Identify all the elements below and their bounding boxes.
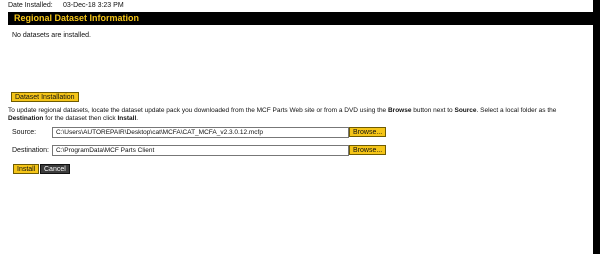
destination-label: Destination: [12, 147, 49, 154]
instructions-install-keyword: Install [117, 115, 137, 122]
instructions-text-part: . Select a local folder as the [476, 107, 557, 114]
instructions-text-part: button next to [411, 107, 455, 114]
source-browse-button[interactable]: Browse... [349, 127, 387, 137]
destination-input[interactable] [52, 145, 349, 156]
install-date-value: 03-Dec-18 3:23 PM [62, 2, 124, 9]
no-datasets-message: No datasets are installed. [12, 32, 91, 39]
install-date-label: Date Installed: [8, 2, 53, 9]
regional-dataset-page: Date Installed: 03-Dec-18 3:23 PM Region… [0, 0, 593, 254]
install-date-row: Date Installed: 03-Dec-18 3:23 PM [8, 1, 124, 10]
instructions-browse-keyword: Browse [387, 107, 412, 114]
section-header: Regional Dataset Information [8, 12, 593, 25]
source-label: Source: [12, 129, 37, 136]
instructions-text: To update regional datasets, locate the … [8, 107, 590, 123]
destination-browse-button[interactable]: Browse... [349, 145, 387, 155]
source-input[interactable] [52, 127, 349, 138]
instructions-text-part: for the dataset then click [43, 115, 118, 122]
install-button[interactable]: Install [13, 164, 40, 174]
dataset-installation-button[interactable]: Dataset Installation [11, 92, 79, 102]
cancel-button[interactable]: Cancel [40, 164, 70, 174]
section-title: Regional Dataset Information [14, 13, 140, 23]
instructions-destination-keyword: Destination [8, 115, 44, 122]
right-edge-bar [593, 0, 600, 254]
instructions-source-keyword: Source [454, 107, 477, 114]
instructions-text-part: . [136, 115, 139, 122]
instructions-text-part: To update regional datasets, locate the … [8, 107, 388, 114]
